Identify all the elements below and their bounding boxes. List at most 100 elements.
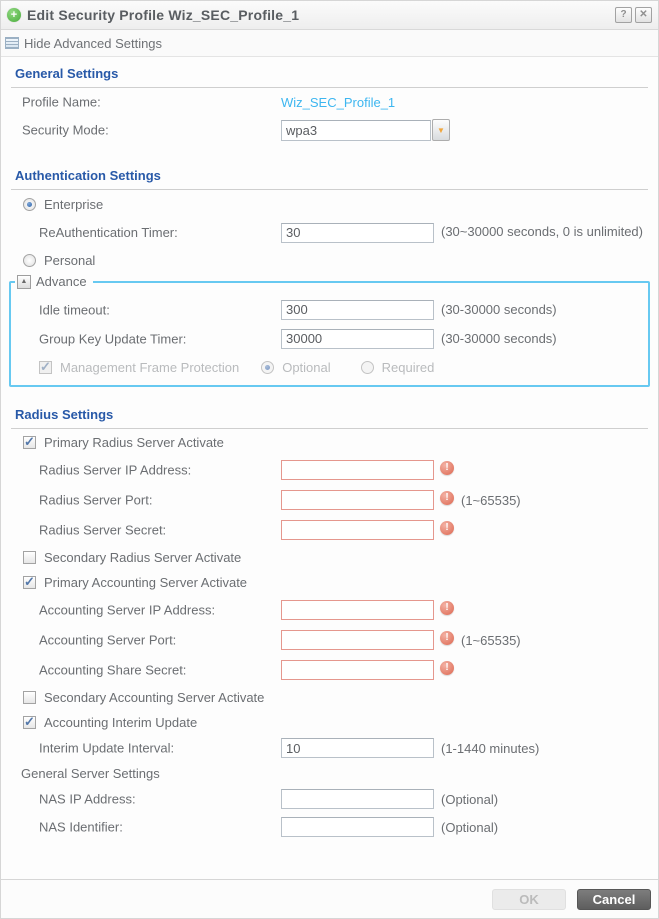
radius-ip-input[interactable]	[281, 460, 434, 480]
accounting-port-label: Accounting Server Port:	[39, 633, 176, 648]
accounting-port-input[interactable]	[281, 630, 434, 650]
nas-ip-input[interactable]	[281, 789, 434, 809]
radius-port-input[interactable]	[281, 490, 434, 510]
personal-label: Personal	[44, 253, 95, 268]
radius-port-hint: (1~65535)	[461, 493, 521, 508]
accounting-interim-update-row: Accounting Interim Update	[1, 710, 658, 735]
primary-accounting-activate-row: Primary Accounting Server Activate	[1, 570, 658, 595]
nas-identifier-row: NAS Identifier: (Optional)	[1, 813, 658, 841]
mfp-required-radio	[361, 361, 374, 374]
group-key-timer-row: Group Key Update Timer: (30-30000 second…	[11, 324, 648, 353]
chevron-down-icon[interactable]: ▼	[432, 119, 450, 141]
collapse-advance-button[interactable]: ▲	[17, 275, 31, 289]
error-icon: !	[440, 601, 454, 615]
nas-identifier-input[interactable]	[281, 817, 434, 837]
accounting-ip-label: Accounting Server IP Address:	[39, 603, 215, 618]
accounting-interim-update-checkbox[interactable]	[23, 716, 36, 729]
primary-radius-activate-checkbox[interactable]	[23, 436, 36, 449]
radius-secret-input[interactable]	[281, 520, 434, 540]
nas-ip-label: NAS IP Address:	[39, 792, 136, 807]
accounting-ip-input[interactable]	[281, 600, 434, 620]
group-key-timer-input[interactable]	[281, 329, 434, 349]
interim-update-interval-input[interactable]	[281, 738, 434, 758]
secondary-accounting-activate-checkbox[interactable]	[23, 691, 36, 704]
secondary-accounting-activate-label: Secondary Accounting Server Activate	[44, 690, 264, 705]
dialog-title: Edit Security Profile Wiz_SEC_Profile_1	[27, 7, 612, 23]
profile-name-row: Profile Name: Wiz_SEC_Profile_1	[1, 88, 658, 116]
group-key-timer-label: Group Key Update Timer:	[39, 331, 186, 346]
accounting-secret-label: Accounting Share Secret:	[39, 663, 186, 678]
error-icon: !	[440, 521, 454, 535]
cancel-button[interactable]: Cancel	[577, 889, 651, 910]
reauth-timer-input[interactable]	[281, 223, 434, 243]
personal-radio-row: Personal	[1, 246, 658, 274]
mfp-required-label: Required	[382, 360, 435, 375]
reauth-timer-label: ReAuthentication Timer:	[39, 225, 178, 240]
management-frame-protection-checkbox	[39, 361, 52, 374]
add-icon: +	[7, 8, 21, 22]
radius-ip-row: Radius Server IP Address: !	[1, 455, 658, 485]
security-mode-selected-value: wpa3	[286, 123, 317, 138]
secondary-accounting-activate-row: Secondary Accounting Server Activate	[1, 685, 658, 710]
interim-update-interval-hint: (1-1440 minutes)	[441, 741, 539, 756]
idle-timeout-row: Idle timeout: (30-30000 seconds)	[11, 295, 648, 324]
management-frame-protection-label: Management Frame Protection	[60, 360, 239, 375]
secondary-radius-activate-row: Secondary Radius Server Activate	[1, 545, 658, 570]
advance-legend-label: Advance	[36, 274, 87, 289]
advanced-settings-icon	[5, 37, 19, 49]
radius-port-row: Radius Server Port: ! (1~65535)	[1, 485, 658, 515]
profile-name-value: Wiz_SEC_Profile_1	[281, 95, 395, 110]
edit-security-profile-dialog: + Edit Security Profile Wiz_SEC_Profile_…	[0, 0, 659, 919]
nas-identifier-hint: (Optional)	[441, 820, 498, 835]
radius-port-label: Radius Server Port:	[39, 493, 152, 508]
secondary-radius-activate-checkbox[interactable]	[23, 551, 36, 564]
help-button[interactable]: ?	[615, 7, 632, 23]
accounting-interim-update-label: Accounting Interim Update	[44, 715, 197, 730]
hide-advanced-settings-button[interactable]: Hide Advanced Settings	[5, 36, 162, 51]
close-button[interactable]: ✕	[635, 7, 652, 23]
mfp-optional-radio	[261, 361, 274, 374]
secondary-radius-activate-label: Secondary Radius Server Activate	[44, 550, 241, 565]
primary-radius-activate-row: Primary Radius Server Activate	[1, 429, 658, 455]
primary-accounting-activate-label: Primary Accounting Server Activate	[44, 575, 247, 590]
nas-ip-hint: (Optional)	[441, 792, 498, 807]
security-mode-label: Security Mode:	[22, 123, 109, 138]
personal-radio[interactable]	[23, 254, 36, 267]
accounting-secret-row: Accounting Share Secret: !	[1, 655, 658, 685]
authentication-settings-header: Authentication Settings	[11, 160, 648, 190]
profile-name-label: Profile Name:	[22, 95, 101, 110]
interim-update-interval-row: Interim Update Interval: (1-1440 minutes…	[1, 735, 658, 761]
error-icon: !	[440, 461, 454, 475]
accounting-secret-input[interactable]	[281, 660, 434, 680]
reauth-timer-row: ReAuthentication Timer: (30~30000 second…	[1, 218, 658, 246]
nas-identifier-label: NAS Identifier:	[39, 820, 123, 835]
error-icon: !	[440, 491, 454, 505]
enterprise-label: Enterprise	[44, 197, 103, 212]
dialog-toolbar: Hide Advanced Settings	[1, 30, 658, 57]
general-settings-header: General Settings	[11, 58, 648, 88]
primary-radius-activate-label: Primary Radius Server Activate	[44, 435, 224, 450]
accounting-port-row: Accounting Server Port: ! (1~65535)	[1, 625, 658, 655]
management-frame-protection-row: Management Frame Protection Optional Req…	[11, 353, 648, 381]
advance-fieldset: ▲ Advance Idle timeout: (30-30000 second…	[9, 281, 650, 387]
interim-update-interval-label: Interim Update Interval:	[39, 741, 174, 756]
accounting-ip-row: Accounting Server IP Address: !	[1, 595, 658, 625]
security-mode-select[interactable]: wpa3 ▼	[281, 119, 450, 141]
error-icon: !	[440, 631, 454, 645]
hide-advanced-settings-label: Hide Advanced Settings	[24, 36, 162, 51]
group-key-timer-hint: (30-30000 seconds)	[441, 331, 557, 346]
general-server-settings-label: General Server Settings	[1, 761, 658, 785]
nas-ip-row: NAS IP Address: (Optional)	[1, 785, 658, 813]
radius-settings-header: Radius Settings	[11, 399, 648, 429]
enterprise-radio-row: Enterprise	[1, 190, 658, 218]
advance-legend: ▲ Advance	[15, 274, 93, 289]
primary-accounting-activate-checkbox[interactable]	[23, 576, 36, 589]
dialog-content: General Settings Profile Name: Wiz_SEC_P…	[1, 58, 658, 879]
idle-timeout-input[interactable]	[281, 300, 434, 320]
ok-button[interactable]: OK	[492, 889, 566, 910]
idle-timeout-label: Idle timeout:	[39, 302, 110, 317]
reauth-timer-hint: (30~30000 seconds, 0 is unlimited)	[441, 224, 643, 239]
idle-timeout-hint: (30-30000 seconds)	[441, 302, 557, 317]
mfp-optional-label: Optional	[282, 360, 330, 375]
enterprise-radio[interactable]	[23, 198, 36, 211]
